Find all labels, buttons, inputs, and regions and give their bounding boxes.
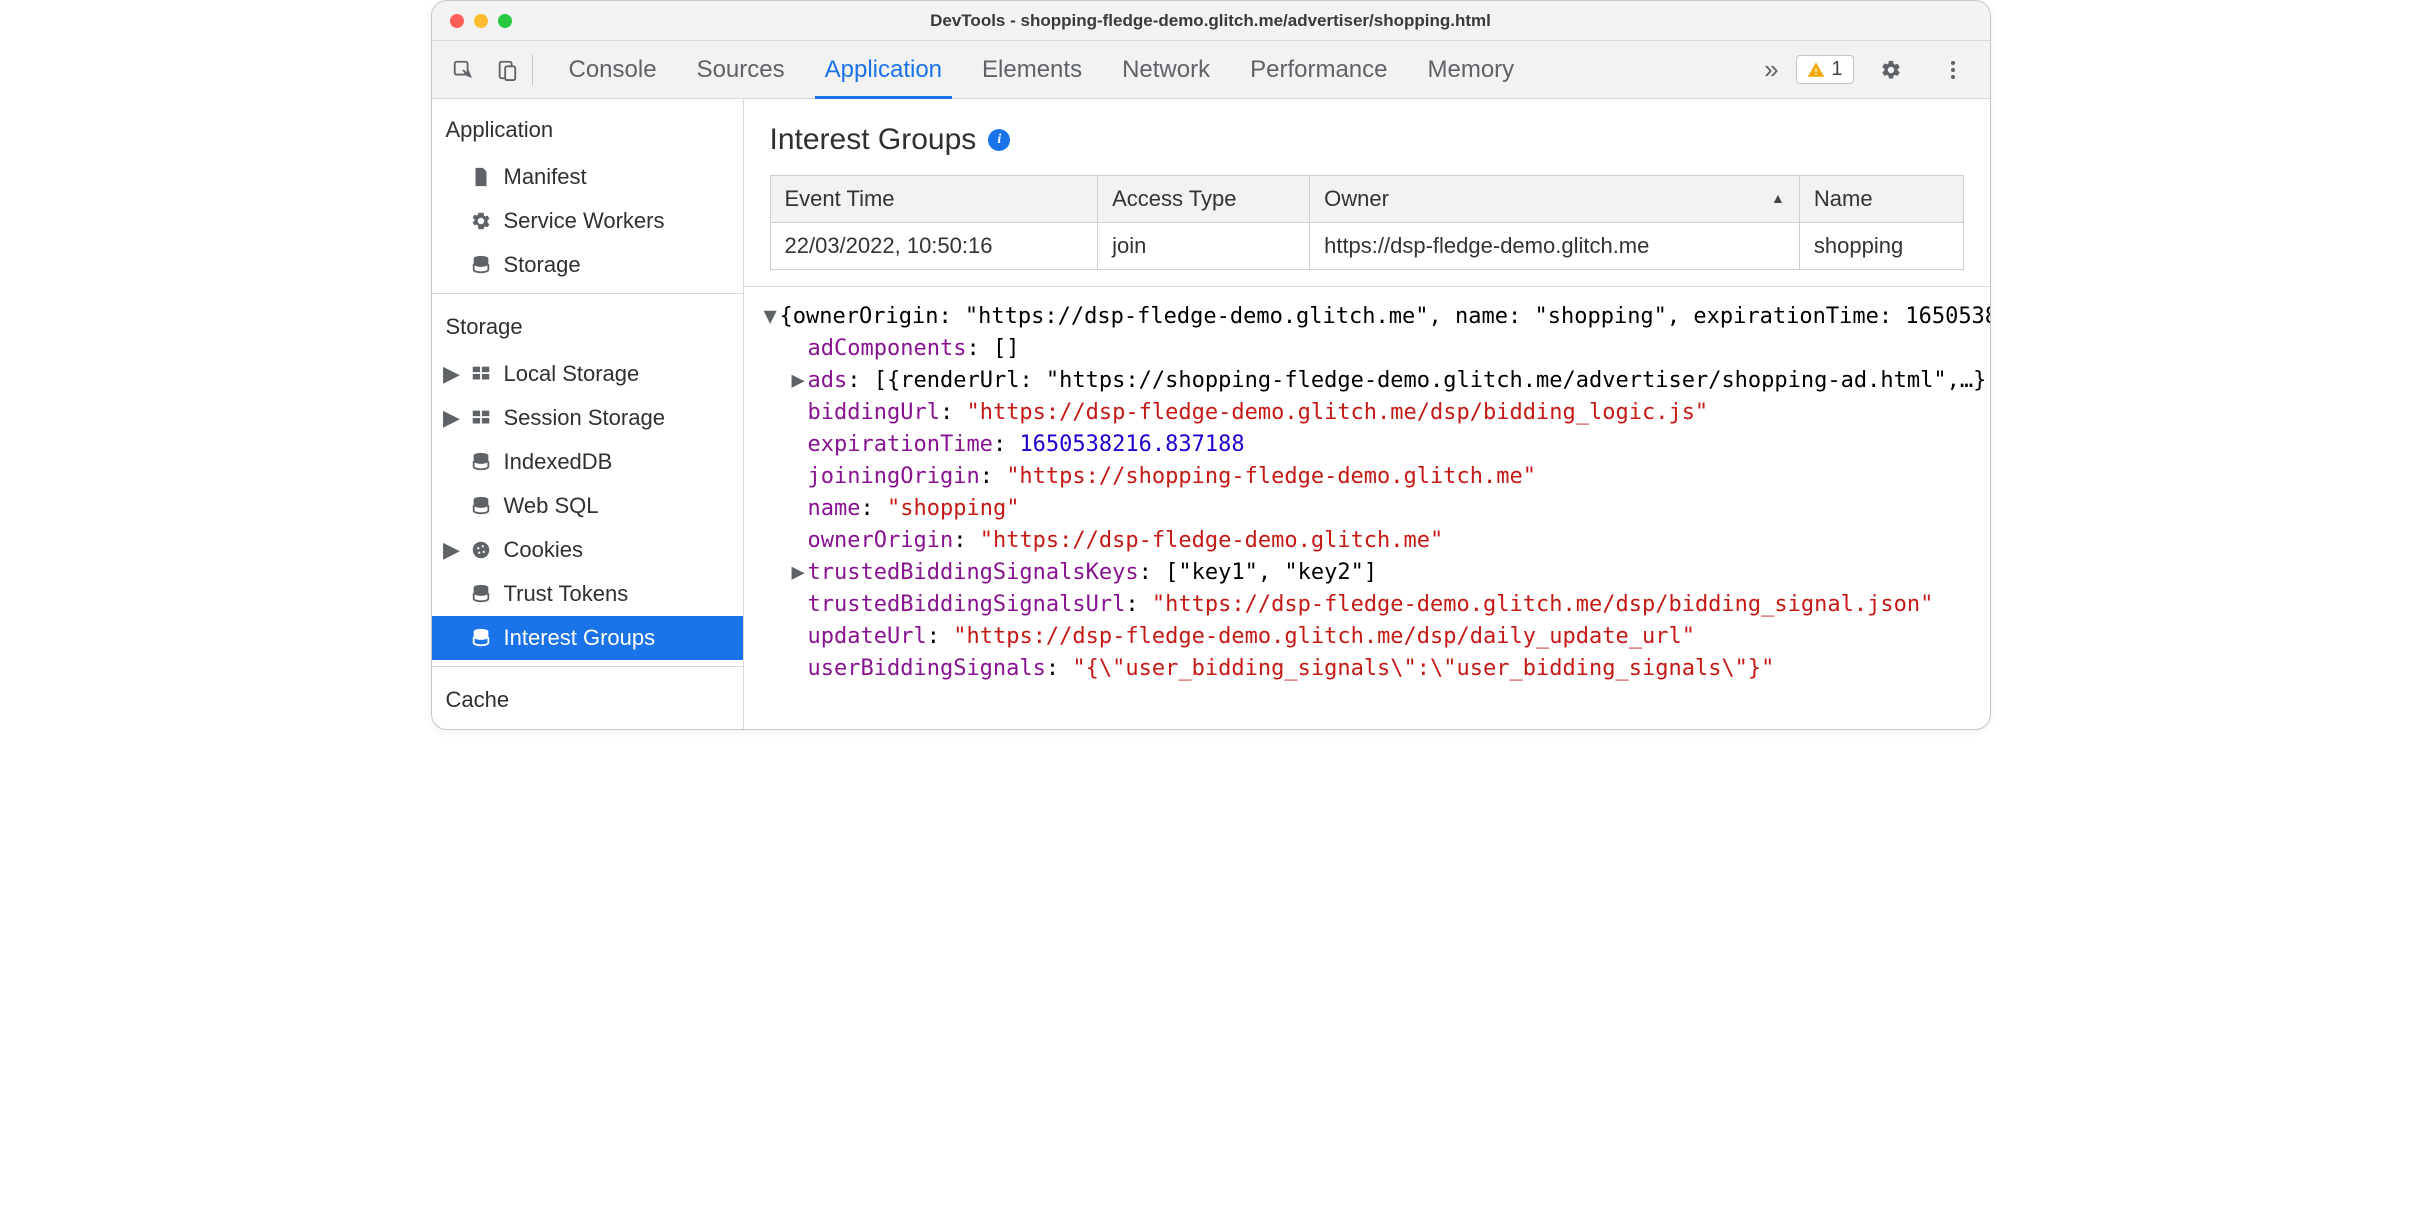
sidebar-item-web-sql[interactable]: Web SQL — [432, 484, 743, 528]
devtools-toolbar: Console Sources Application Elements Network… — [432, 41, 1990, 99]
issues-badge[interactable]: 1 — [1796, 55, 1853, 84]
devtools-window: DevTools - shopping-fledge-demo.glitch.m… — [431, 0, 1991, 730]
sidebar-item-label: IndexedDB — [504, 446, 613, 478]
sidebar-item-label: Session Storage — [504, 402, 665, 434]
info-icon[interactable]: i — [988, 129, 1010, 151]
sidebar-item-label: Cookies — [504, 534, 583, 566]
kebab-menu-icon[interactable] — [1934, 51, 1972, 89]
tab-console[interactable]: Console — [569, 42, 657, 98]
sidebar-item-label: Local Storage — [504, 358, 640, 390]
tab-application[interactable]: Application — [825, 42, 942, 98]
sidebar-item-service-workers[interactable]: Service Workers — [432, 199, 743, 243]
toolbar-separator — [532, 55, 533, 85]
sidebar-item-interest-groups[interactable]: Interest Groups — [432, 616, 743, 660]
sidebar-item-cache-storage[interactable]: Cache Storage — [432, 725, 743, 729]
sidebar-group-cache: Cache — [432, 673, 743, 725]
tab-elements[interactable]: Elements — [982, 42, 1082, 98]
sidebar-item-label: Storage — [504, 249, 581, 281]
window-title: DevTools - shopping-fledge-demo.glitch.m… — [432, 11, 1990, 31]
sidebar-item-trust-tokens[interactable]: Trust Tokens — [432, 572, 743, 616]
table-row[interactable]: 22/03/2022, 10:50:16joinhttps://dsp-fled… — [770, 223, 1963, 270]
sidebar-item-label: Interest Groups — [504, 622, 656, 654]
sidebar-item-label: Web SQL — [504, 490, 599, 522]
titlebar: DevTools - shopping-fledge-demo.glitch.m… — [432, 1, 1990, 41]
sidebar-group-storage: Storage — [432, 300, 743, 352]
col-owner[interactable]: Owner▲ — [1310, 176, 1800, 223]
main-panel: Interest Groups i Event TimeAccess TypeO… — [744, 99, 1990, 729]
tab-performance[interactable]: Performance — [1250, 42, 1387, 98]
sidebar-item-label: Manifest — [504, 161, 587, 193]
detail-summary: {ownerOrigin: "https://dsp-fledge-demo.g… — [780, 304, 1990, 329]
settings-icon[interactable] — [1872, 51, 1910, 89]
panel-title: Interest Groups — [770, 123, 977, 157]
sidebar-item-session-storage[interactable]: ▶Session Storage — [432, 396, 743, 440]
sidebar-group-application: Application — [432, 99, 743, 155]
sidebar-item-label: Trust Tokens — [504, 578, 629, 610]
application-sidebar: Application Manifest Service Workers Storag… — [432, 99, 744, 729]
col-event-time[interactable]: Event Time — [770, 176, 1098, 223]
table-cell: shopping — [1799, 223, 1963, 270]
table-cell: https://dsp-fledge-demo.glitch.me — [1310, 223, 1800, 270]
tab-sources[interactable]: Sources — [697, 42, 785, 98]
col-name[interactable]: Name — [1799, 176, 1963, 223]
panel-header: Interest Groups i — [744, 99, 1990, 175]
sidebar-item-manifest[interactable]: Manifest — [432, 155, 743, 199]
more-tabs-icon[interactable]: » — [1752, 51, 1790, 89]
sidebar-item-cookies[interactable]: ▶Cookies — [432, 528, 743, 572]
table-cell: 22/03/2022, 10:50:16 — [770, 223, 1098, 270]
device-toolbar-icon[interactable] — [488, 51, 526, 89]
tab-memory[interactable]: Memory — [1428, 42, 1515, 98]
issues-count: 1 — [1831, 58, 1842, 81]
sidebar-item-label: Service Workers — [504, 205, 665, 237]
table-cell: join — [1098, 223, 1310, 270]
inspect-element-icon[interactable] — [444, 51, 482, 89]
object-viewer[interactable]: ▼{ownerOrigin: "https://dsp-fledge-demo.… — [744, 286, 1990, 685]
sidebar-item-storage[interactable]: Storage — [432, 243, 743, 287]
events-table: Event TimeAccess TypeOwner▲Name 22/03/20… — [770, 175, 1964, 270]
panel-tabs: Console Sources Application Elements Network… — [541, 42, 1753, 98]
sidebar-item-local-storage[interactable]: ▶Local Storage — [432, 352, 743, 396]
tab-network[interactable]: Network — [1122, 42, 1210, 98]
col-access-type[interactable]: Access Type — [1098, 176, 1310, 223]
sidebar-item-indexeddb[interactable]: IndexedDB — [432, 440, 743, 484]
